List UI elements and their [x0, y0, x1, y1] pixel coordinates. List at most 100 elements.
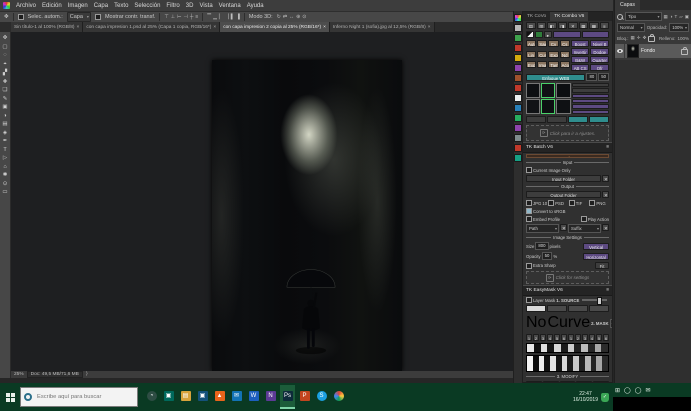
- tk-module-icon[interactable]: [514, 104, 522, 112]
- mask-number-button[interactable]: 6: [603, 334, 609, 341]
- align-icon[interactable]: ⊤: [164, 14, 168, 20]
- batch-settings-dropzone[interactable]: ⟳ Click for settings: [526, 271, 609, 284]
- tk-tool-icon[interactable]: ▩: [589, 22, 599, 29]
- tray-icon[interactable]: ◯: [624, 387, 631, 394]
- tk-module-icon[interactable]: [514, 144, 522, 152]
- mask-number-button[interactable]: 5: [596, 334, 602, 341]
- document-tab[interactable]: con capa impresion 1.psd al 25% (Capa 1 …: [83, 22, 220, 32]
- mask-thumbnail[interactable]: [541, 99, 555, 114]
- tk-module-icon[interactable]: [514, 64, 522, 72]
- size-input[interactable]: 800: [535, 242, 548, 250]
- lock-icon[interactable]: [648, 36, 655, 42]
- tool-icon[interactable]: ✒: [3, 138, 8, 144]
- tool-icon[interactable]: ▞: [3, 70, 7, 76]
- layer-filter-icon[interactable]: ◑: [670, 14, 673, 20]
- auto-select-dropdown[interactable]: Capa: [67, 12, 91, 22]
- tk-nav-button[interactable]: [547, 116, 567, 123]
- tk-adjustment-button[interactable]: Nd: [560, 51, 570, 58]
- tk-tool-icon[interactable]: ◧: [547, 22, 557, 29]
- menu-item[interactable]: Ayuda: [247, 3, 264, 9]
- tk-module-icon[interactable]: [514, 34, 522, 42]
- align-icon[interactable]: ⊣: [183, 14, 187, 20]
- tk-module-icon[interactable]: [514, 74, 522, 82]
- layer-name[interactable]: Fondo: [641, 48, 679, 54]
- tool-icon[interactable]: ✥: [3, 35, 8, 41]
- input-folder-clear-button[interactable]: ✕: [602, 175, 609, 182]
- menu-item[interactable]: Selección: [134, 3, 160, 9]
- menu-item[interactable]: Edición: [42, 3, 62, 9]
- layer-thumbnail[interactable]: [627, 44, 639, 58]
- layer-filter-icon[interactable]: ▦: [664, 14, 668, 20]
- web-sharpen-amount[interactable]: 50: [598, 73, 609, 81]
- distribute-icon[interactable]: ▐: [236, 14, 240, 20]
- mode3d-icon[interactable]: ↔: [289, 14, 294, 20]
- tab-close-icon[interactable]: ×: [323, 25, 326, 30]
- mask-number-button[interactable]: 4: [547, 334, 553, 341]
- tool-icon[interactable]: ▷: [3, 155, 7, 161]
- distribute-icon[interactable]: ▏: [219, 14, 223, 20]
- document-tab[interactable]: Inferno Night 1 (sofia).jpg al 12,5% (RG…: [330, 22, 435, 32]
- layer-filter-icon[interactable]: ▱: [679, 14, 682, 20]
- tk-module-icon[interactable]: [514, 44, 522, 52]
- layer-filter-icon[interactable]: T: [675, 14, 678, 20]
- mask-thumbnail[interactable]: [526, 83, 540, 98]
- panel-menu-icon[interactable]: ≡: [606, 145, 609, 150]
- clear-button[interactable]: ✕: [602, 224, 609, 231]
- tool-icon[interactable]: ✱: [3, 172, 8, 178]
- layer-mask-checkbox[interactable]: [526, 297, 532, 303]
- opacity-input[interactable]: 50: [542, 252, 553, 260]
- mask-key[interactable]: [554, 344, 561, 352]
- mask-key[interactable]: [601, 344, 608, 352]
- mask-thumbnail[interactable]: [541, 83, 555, 98]
- tk-tool-icon[interactable]: ▥: [537, 22, 547, 29]
- tab-close-icon[interactable]: ×: [428, 25, 431, 30]
- zoom-level[interactable]: 25%: [14, 372, 24, 377]
- tab-close-icon[interactable]: ×: [213, 25, 216, 30]
- taskbar-app-icon[interactable]: N: [263, 385, 278, 409]
- mask-number-button[interactable]: 6: [561, 334, 567, 341]
- tray-icon[interactable]: ✉: [645, 387, 650, 394]
- tk-adjustment-button[interactable]: Cv: [548, 40, 558, 47]
- move-tool-icon[interactable]: ✥: [4, 14, 9, 20]
- align-icon[interactable]: ┼: [190, 14, 194, 20]
- tk-effect-button[interactable]: Ofr: [590, 64, 609, 71]
- distribute-icon[interactable]: ▔: [207, 14, 211, 20]
- format-checkbox[interactable]: [589, 200, 595, 206]
- auto-select-checkbox[interactable]: [18, 14, 24, 20]
- tk-adjustment-button[interactable]: Curls: [537, 51, 547, 58]
- swatch-bw-icon[interactable]: [526, 31, 534, 38]
- tk-effect-button[interactable]: Invertir: [571, 48, 590, 55]
- mask-option-button[interactable]: No: [526, 314, 546, 332]
- tk-button[interactable]: [553, 31, 581, 38]
- lock-option-icon[interactable]: ▦: [631, 35, 635, 41]
- tool-icon[interactable]: ◌: [3, 52, 6, 58]
- tk-adjustment-button[interactable]: Saint: [537, 40, 547, 47]
- distribute-icon[interactable]: ▌: [231, 14, 235, 20]
- format-option[interactable]: TIF: [569, 200, 589, 206]
- paint-green-icon[interactable]: [535, 31, 543, 38]
- mask-thumbnail[interactable]: [556, 83, 570, 98]
- taskbar-app-icon[interactable]: ✉: [229, 385, 244, 409]
- mask-number-button[interactable]: 3: [540, 334, 546, 341]
- batch-select[interactable]: Suffix ✕: [568, 224, 609, 233]
- layer-row-background[interactable]: Fondo: [615, 44, 691, 58]
- menu-item[interactable]: Vista: [199, 3, 212, 9]
- lock-option-icon[interactable]: ✛: [637, 35, 641, 41]
- mask-number-button[interactable]: 1: [568, 334, 574, 341]
- align-icon[interactable]: ⊢: [177, 14, 181, 20]
- tk-button[interactable]: [582, 31, 610, 38]
- tk-mini-button[interactable]: [572, 110, 609, 114]
- extra-sharp-checkbox[interactable]: [526, 263, 532, 269]
- menu-item[interactable]: Imagen: [68, 3, 88, 9]
- taskbar-search[interactable]: [20, 387, 138, 407]
- taskbar-app-icon[interactable]: S: [314, 385, 329, 409]
- taskbar-app-icon[interactable]: ▤: [178, 385, 193, 409]
- tool-icon[interactable]: ▭: [2, 189, 7, 195]
- tool-icon[interactable]: ⌖: [3, 61, 6, 68]
- menu-item[interactable]: Archivo: [16, 3, 36, 9]
- tk-tool-icon[interactable]: ▦: [579, 22, 589, 29]
- vertical-button[interactable]: Vertical: [583, 243, 609, 250]
- tk-nav-button[interactable]: [568, 116, 588, 123]
- layer-filter-dropdown[interactable]: Tipo: [625, 12, 662, 21]
- lock-option-icon[interactable]: ✥: [643, 35, 647, 41]
